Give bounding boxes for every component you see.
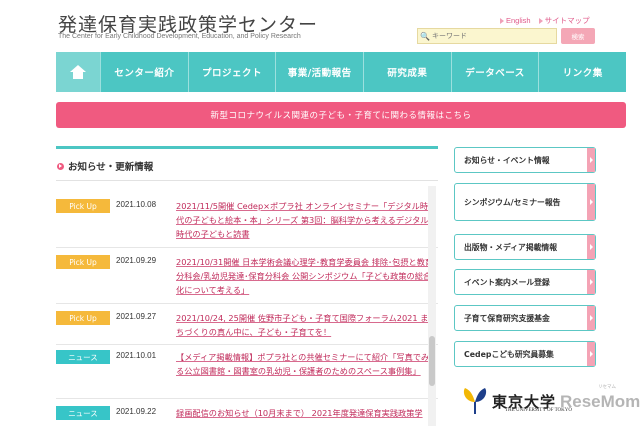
nav-item-database[interactable]: データベース xyxy=(450,52,539,92)
sidebar-item-label: 出版物・メディア掲載情報 xyxy=(464,242,558,252)
top-links: English サイトマップ xyxy=(500,15,590,26)
news-badge: ニュース xyxy=(56,350,110,364)
news-separator xyxy=(56,398,438,399)
sidebar-item-symposium[interactable]: シンポジウム/セミナー報告 xyxy=(454,183,596,221)
news-heading-label: お知らせ・更新情報 xyxy=(68,162,154,173)
english-link-label[interactable]: English xyxy=(506,16,531,25)
sidebar-item-fund[interactable]: 子育て保育研究支援基金 xyxy=(454,305,596,331)
pickup-badge: Pick Up xyxy=(56,255,110,269)
sidebar-item-recruit[interactable]: Cedepこども研究員募集 xyxy=(454,341,596,367)
news-date: 2021.09.27 xyxy=(116,312,157,321)
news-link[interactable]: 録画配信のお知らせ（10月末まで） 2021年度発達保育実践政策学 xyxy=(176,406,434,420)
sidebar-item-label: お知らせ・イベント情報 xyxy=(464,155,550,165)
news-date: 2021.09.29 xyxy=(116,256,157,265)
sitemap-link[interactable]: サイトマップ xyxy=(538,15,590,26)
news-date: 2021.10.08 xyxy=(116,200,157,209)
resemom-watermark: ReseMom xyxy=(560,392,640,411)
news-divider xyxy=(56,146,438,149)
news-heading: お知らせ・更新情報 xyxy=(57,159,153,173)
news-separator xyxy=(56,344,438,345)
sidebar-item-label: Cedepこども研究員募集 xyxy=(464,349,554,359)
pickup-badge: Pick Up xyxy=(56,199,110,213)
scrollbar-thumb[interactable] xyxy=(429,336,435,386)
news-scrollbar[interactable] xyxy=(428,186,436,426)
sidebar-item-label: イベント案内メール登録 xyxy=(464,277,550,287)
nav-item-projects[interactable]: プロジェクト xyxy=(187,52,276,92)
search-button[interactable]: 検索 xyxy=(561,28,595,44)
site-subtitle: The Center for Early Childhood Developme… xyxy=(58,33,301,40)
nav-item-results[interactable]: 研究成果 xyxy=(363,52,451,92)
sidebar-item-label: シンポジウム/セミナー報告 xyxy=(464,197,561,207)
sidebar-item-mail[interactable]: イベント案内メール登録 xyxy=(454,269,596,295)
resemom-watermark-ruby: リセマム xyxy=(598,385,616,390)
main-nav: センター紹介 プロジェクト 事業/活動報告 研究成果 データベース リンク集 xyxy=(56,52,626,92)
sidebar-item-label: 子育て保育研究支援基金 xyxy=(464,313,550,323)
home-icon xyxy=(70,65,86,79)
search-input[interactable] xyxy=(432,32,552,40)
covid-banner[interactable]: 新型コロナウイルス関連の子ども・子育てに関わる情報はこちら xyxy=(56,102,626,128)
ginkgo-icon xyxy=(462,386,488,416)
arrow-icon xyxy=(587,184,595,220)
arrow-icon xyxy=(587,342,595,366)
news-link[interactable]: 【メディア掲載情報】ポプラ社との共催セミナーにて紹介「写真でみる公立図書館・図書… xyxy=(176,350,434,378)
news-date: 2021.10.01 xyxy=(116,351,157,360)
sidebar-item-publications[interactable]: 出版物・メディア掲載情報 xyxy=(454,234,596,260)
arrow-icon xyxy=(500,17,504,24)
news-date: 2021.09.22 xyxy=(116,407,157,416)
nav-item-activities[interactable]: 事業/活動報告 xyxy=(275,52,363,92)
nav-item-links[interactable]: リンク集 xyxy=(538,52,626,92)
bullet-icon xyxy=(57,162,64,170)
news-separator xyxy=(56,303,438,304)
sidebar-item-events[interactable]: お知らせ・イベント情報 xyxy=(454,147,596,173)
news-rule xyxy=(56,180,438,181)
pickup-badge: Pick Up xyxy=(56,311,110,325)
english-link[interactable]: English xyxy=(500,15,531,26)
nav-home[interactable] xyxy=(56,52,100,92)
news-link[interactable]: 2021/10/24, 25開催 佐野市子ども・子育て国際フォーラム2021 ま… xyxy=(176,311,434,339)
nav-item-about[interactable]: センター紹介 xyxy=(100,52,188,92)
arrow-icon xyxy=(587,235,595,259)
news-badge: ニュース xyxy=(56,406,110,420)
arrow-icon xyxy=(587,148,595,172)
search-icon: 🔍 xyxy=(420,31,430,41)
arrow-icon xyxy=(587,306,595,330)
search-box: 🔍 xyxy=(417,28,557,44)
news-link[interactable]: 2021/10/31開催 日本学術会議心理学･教育学委員会 排除･包摂と教育分科… xyxy=(176,255,434,297)
arrow-icon xyxy=(587,270,595,294)
arrow-icon xyxy=(538,17,543,24)
news-link[interactable]: 2021/11/5開催 Cedep×ポプラ社 オンラインセミナー「デジタル時代の… xyxy=(176,199,434,241)
news-separator xyxy=(56,247,438,248)
sitemap-link-label[interactable]: サイトマップ xyxy=(545,15,590,26)
